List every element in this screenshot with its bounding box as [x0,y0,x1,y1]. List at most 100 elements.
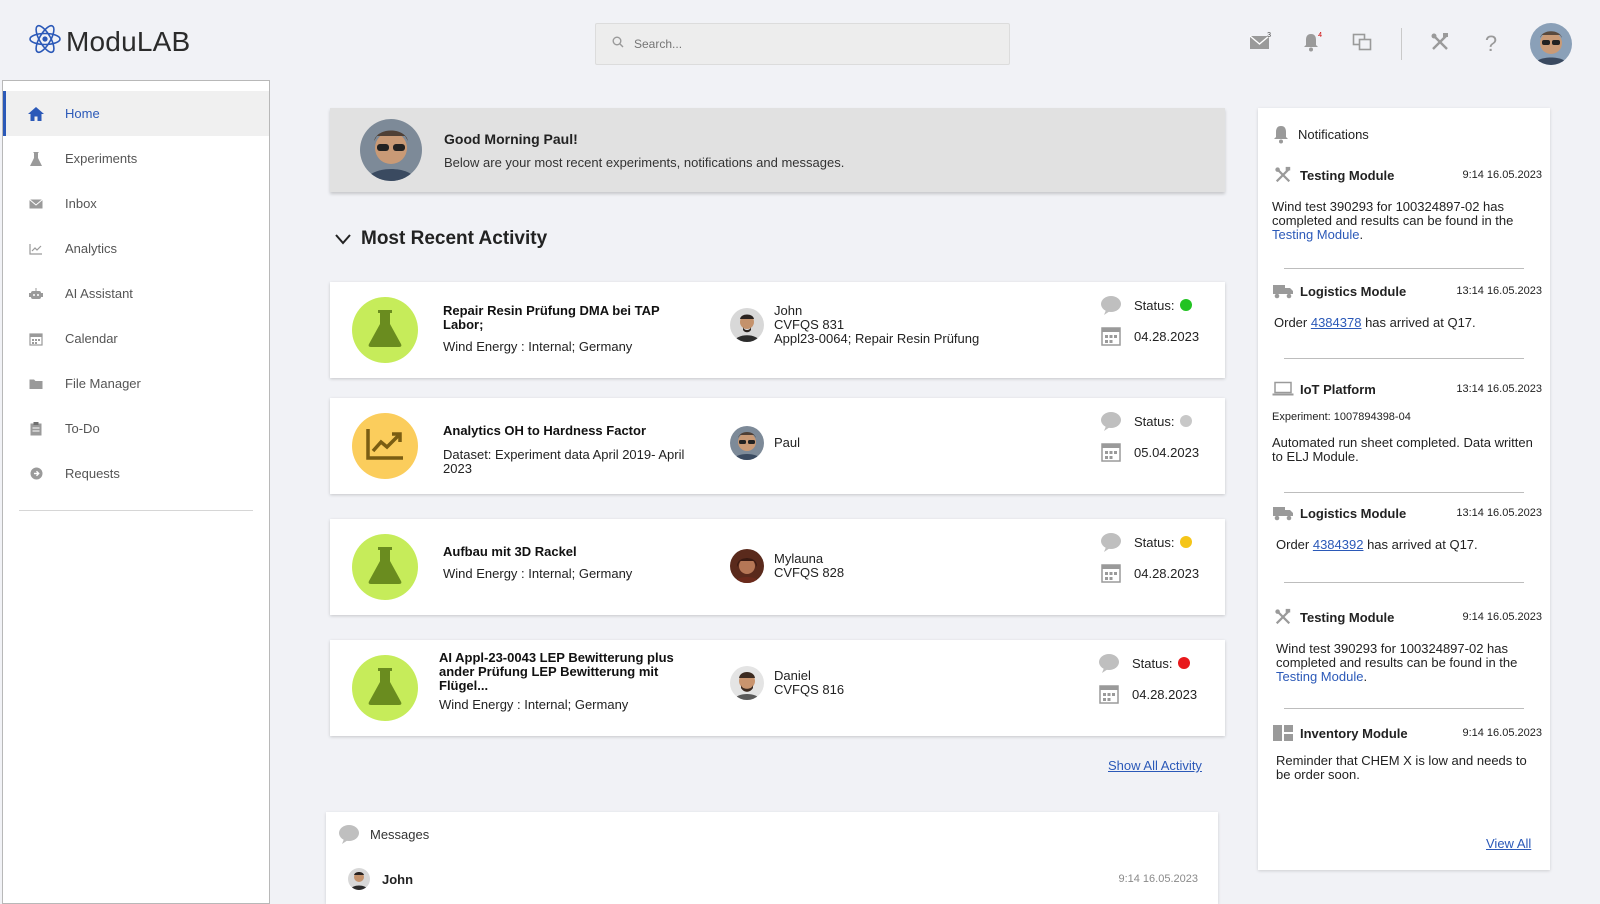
tools-icon [1430,32,1450,57]
activity-card[interactable]: Analytics OH to Hardness Factor Dataset:… [330,398,1225,494]
calendar-icon [1100,563,1122,583]
card-icon-circle [352,413,418,479]
sidebar-item-label: File Manager [65,376,141,391]
sidebar-item-requests[interactable]: Requests [3,451,269,496]
greeting-banner: Good Morning Paul! Below are your most r… [330,108,1225,192]
help-button[interactable]: ? [1471,24,1511,64]
notification-module: Logistics Module [1300,283,1407,299]
show-all-activity-link[interactable]: Show All Activity [1108,758,1202,773]
order-link[interactable]: 4384392 [1313,537,1364,552]
notification-body: Experiment: 1007894398-04 Automated run … [1272,410,1542,464]
activity-card[interactable]: Repair Resin Prüfung DMA bei TAP Labor; … [330,282,1225,378]
card-person: Daniel CVFQS 816 [730,666,844,700]
card-person-details: John CVFQS 831 Appl23-0064; Repair Resin… [774,304,979,346]
card-title: Analytics OH to Hardness Factor [443,423,646,438]
list-item[interactable]: John 9:14 16.05.2023 [348,868,1198,890]
chat-bubble-icon [338,824,360,844]
notification-text: Order [1274,315,1311,330]
notification-text: Wind test 390293 for 100324897-02 has co… [1272,199,1514,228]
top-header: ModuLAB 3 4 [0,0,1600,80]
activity-section-toggle[interactable]: Most Recent Activity [334,228,547,250]
order-link[interactable]: 4384378 [1311,315,1362,330]
notification-item[interactable]: Inventory Module 9:14 16.05.2023 Reminde… [1272,724,1542,782]
messages-title: Messages [370,826,430,842]
activity-card[interactable]: Aufbau mit 3D Rackel Wind Energy : Inter… [330,519,1225,615]
mail-button[interactable]: 3 [1240,24,1280,64]
chart-icon [27,240,45,258]
status-indicator [1178,657,1191,669]
greeting-text: Good Morning Paul! Below are your most r… [444,131,844,170]
sidebar-item-inbox[interactable]: Inbox [3,181,269,226]
user-avatar[interactable] [1530,23,1572,65]
notification-divider [1284,268,1524,269]
notification-text: . [1359,227,1364,242]
sidebar-item-label: Inbox [65,196,97,211]
status-indicator [1180,536,1193,548]
notification-module: Inventory Module [1300,725,1408,741]
tools-icon [1272,166,1294,184]
sidebar-item-label: To-Do [65,421,100,436]
person-code: CVFQS 828 [774,565,845,580]
windows-button[interactable] [1342,24,1382,64]
notification-item[interactable]: Logistics Module 13:14 16.05.2023 Order … [1272,282,1542,330]
testing-module-link[interactable]: Testing Module [1272,227,1359,242]
flask-icon [365,665,405,712]
sidebar-item-analytics[interactable]: Analytics [3,226,269,271]
sidebar-item-experiments[interactable]: Experiments [3,136,269,181]
search-input[interactable] [634,37,974,51]
card-date: 04.28.2023 [1134,565,1200,581]
card-status: Status: 04.28.2023 [1100,294,1215,348]
card-icon-circle [352,297,418,363]
notification-item[interactable]: IoT Platform 13:14 16.05.2023 Experiment… [1272,380,1542,464]
card-person-details: Daniel CVFQS 816 [774,669,844,697]
tools-button[interactable] [1420,24,1460,64]
card-title: Aufbau mit 3D Rackel [443,544,577,559]
sidebar-item-file-manager[interactable]: File Manager [3,361,269,406]
notification-divider [1284,358,1524,359]
app-title: ModuLAB [66,25,191,57]
notification-time: 13:14 16.05.2023 [1456,285,1542,297]
avatar [730,426,764,460]
person-code: CVFQS 831 [774,317,845,332]
envelope-icon [27,195,45,213]
notification-item[interactable]: Testing Module 9:14 16.05.2023 Wind test… [1272,608,1542,684]
card-status: Status: 05.04.2023 [1100,410,1215,464]
notification-text: Reminder that CHEM X is low and needs to… [1276,753,1527,782]
chat-bubble-icon [1098,653,1120,673]
sidebar: Home Experiments Inbox Analytics AI Assi… [2,80,270,904]
sidebar-item-ai-assistant[interactable]: AI Assistant [3,271,269,316]
notification-item[interactable]: Testing Module 9:14 16.05.2023 Wind test… [1272,166,1542,242]
avatar [730,666,764,700]
card-person-details: Mylauna CVFQS 828 [774,552,844,580]
notification-body: Wind test 390293 for 100324897-02 has co… [1272,642,1542,684]
card-subtitle: Wind Energy : Internal; Germany [443,566,633,581]
status-label: Status: [1132,655,1173,671]
card-subtitle: Dataset: Experiment data April 2019- Apr… [443,447,685,476]
bell-icon [1272,124,1290,144]
view-all-notifications-link[interactable]: View All [1486,836,1531,851]
sidebar-item-todo[interactable]: To-Do [3,406,269,451]
notifications-button[interactable]: 4 [1291,24,1331,64]
activity-card[interactable]: AI Appl-23-0043 LEP Bewitterung plus and… [330,640,1225,736]
flask-icon [365,307,405,354]
calendar-icon [1098,684,1120,704]
notification-item[interactable]: Logistics Module 13:14 16.05.2023 Order … [1272,504,1542,552]
sidebar-item-calendar[interactable]: Calendar [3,316,269,361]
avatar [360,119,422,181]
atom-logo-icon [28,22,62,61]
card-subtitle: Wind Energy : Internal; Germany [439,697,629,712]
testing-module-link[interactable]: Testing Module [1276,669,1363,684]
app-logo[interactable]: ModuLAB [28,22,190,61]
notification-experiment: Experiment: 1007894398-04 [1272,411,1411,423]
notification-module: Testing Module [1300,609,1395,625]
sidebar-divider [19,510,253,511]
sidebar-item-home[interactable]: Home [3,91,269,136]
chat-bubble-icon [1100,295,1122,315]
card-date: 05.04.2023 [1134,444,1200,460]
notification-time: 9:14 16.05.2023 [1462,727,1542,739]
header-divider [1401,28,1402,60]
sidebar-item-label: Requests [65,466,120,481]
search-bar[interactable] [595,23,1010,65]
sidebar-item-label: Analytics [65,241,118,256]
laptop-icon [1272,381,1294,397]
